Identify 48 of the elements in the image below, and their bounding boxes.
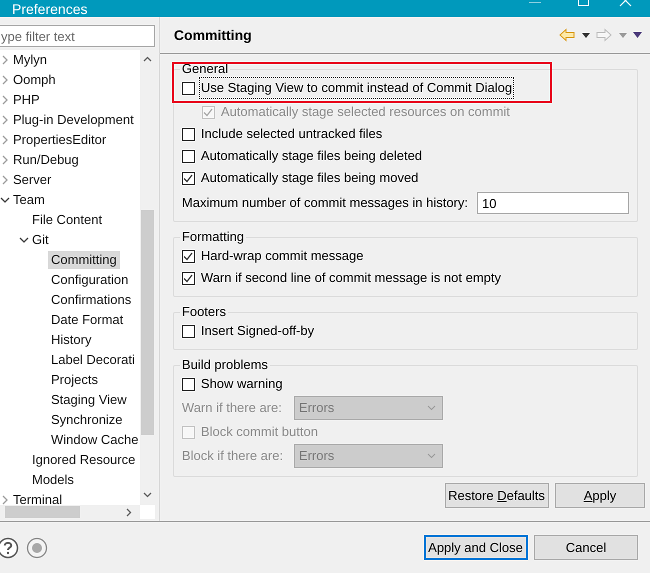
tree-item[interactable]: File Content <box>29 211 106 229</box>
button[interactable]: Cancel <box>534 535 638 560</box>
tree-item[interactable]: Ignored Resource <box>29 451 138 469</box>
group-title: Build problems <box>180 357 269 373</box>
button[interactable]: Restore Defaults <box>444 483 548 508</box>
tree-item[interactable]: Window Cache <box>48 431 142 449</box>
filter-field[interactable]: ype filter text <box>0 25 155 47</box>
tree-item[interactable]: PHP <box>10 91 43 109</box>
checkbox-label: Warn if second line of commit message is not empty <box>200 269 502 288</box>
tree-item[interactable]: PropertiesEditor <box>10 131 110 149</box>
tree-item[interactable]: Mylyn <box>10 51 50 69</box>
group-title: Formatting <box>180 229 246 245</box>
tree-item[interactable]: Synchronize <box>48 411 126 429</box>
tree-item[interactable]: History <box>48 331 94 349</box>
tree-item[interactable]: Staging View <box>48 391 130 409</box>
number-field[interactable]: 10 <box>477 192 629 214</box>
checkbox-label: Use Staging View to commit instead of Commit Dialog <box>198 77 514 99</box>
tree-item[interactable]: Committing <box>48 251 120 269</box>
tree-item[interactable]: Confirmations <box>48 291 134 309</box>
button[interactable]: Apply and Close <box>424 535 528 560</box>
window-title: Preferences <box>11 2 88 16</box>
button[interactable]: Apply <box>555 483 645 508</box>
tree-item[interactable]: Team <box>10 191 48 209</box>
tree-item[interactable]: Git <box>29 231 52 249</box>
tree-item[interactable]: Plug-in Development <box>10 111 137 129</box>
tree-item[interactable]: Server <box>10 171 54 189</box>
tree-item[interactable]: Run/Debug <box>10 151 82 169</box>
group-title: General <box>180 61 230 77</box>
page-title: Committing <box>174 26 252 45</box>
group-title: Footers <box>180 304 227 320</box>
checkbox-label: Insert Signed-off-by <box>200 322 316 340</box>
checkbox-label: Automatically stage selected resources on commit <box>220 103 511 122</box>
checkbox-label: Automatically stage files being deleted <box>200 147 424 166</box>
tree-item[interactable]: Configuration <box>48 271 132 289</box>
field-label: Maximum number of commit messages in history: <box>182 194 468 212</box>
checkbox-label: Block commit button <box>200 423 319 442</box>
tree-item[interactable]: Models <box>29 471 77 489</box>
tree-item[interactable]: Projects <box>48 371 101 389</box>
tree-item[interactable]: Oomph <box>10 71 59 89</box>
tree-item[interactable]: Label Decorati <box>48 351 138 369</box>
checkbox-label: Include selected untracked files <box>200 125 384 144</box>
checkbox-label: Hard-wrap commit message <box>200 247 364 266</box>
tree-item[interactable]: Terminal <box>10 491 66 509</box>
field-label: Warn if there are: <box>182 399 283 418</box>
checkbox-label: Show warning <box>200 375 284 394</box>
field-label: Block if there are: <box>182 447 284 466</box>
checkbox-label: Automatically stage files being moved <box>200 169 420 188</box>
tree-item[interactable]: Date Format <box>48 311 126 329</box>
